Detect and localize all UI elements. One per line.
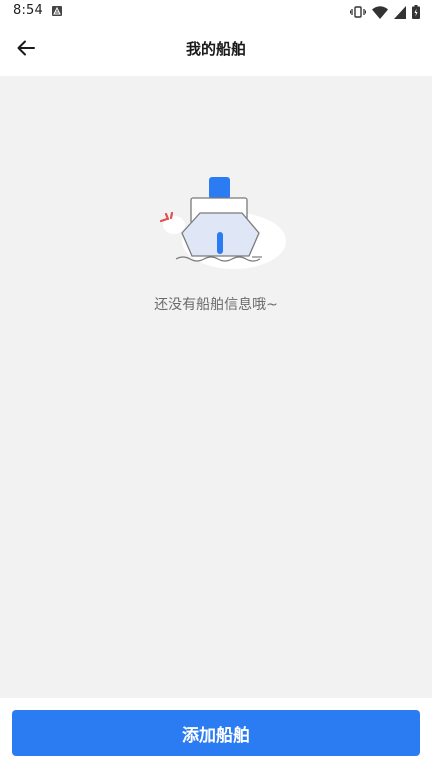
page-title: 我的船舶	[185, 40, 246, 58]
cell-signal-icon	[394, 4, 406, 23]
bottom-action-area: 添加船舶	[0, 698, 432, 768]
app-bar: 我的船舶	[0, 24, 432, 76]
ship-illustration-icon	[150, 173, 290, 273]
app-notification-icon	[52, 6, 62, 16]
status-bar: 8:54	[0, 0, 432, 24]
empty-content-area: 还没有船舶信息哦~	[0, 76, 432, 698]
add-ship-button[interactable]: 添加船舶	[12, 710, 420, 756]
empty-state-message: 还没有船舶信息哦~	[154, 297, 278, 313]
vibrate-icon	[350, 4, 366, 23]
wifi-icon	[372, 4, 388, 23]
status-time: 8:54	[13, 3, 43, 18]
battery-charging-icon	[412, 4, 420, 23]
status-icons	[350, 4, 420, 23]
